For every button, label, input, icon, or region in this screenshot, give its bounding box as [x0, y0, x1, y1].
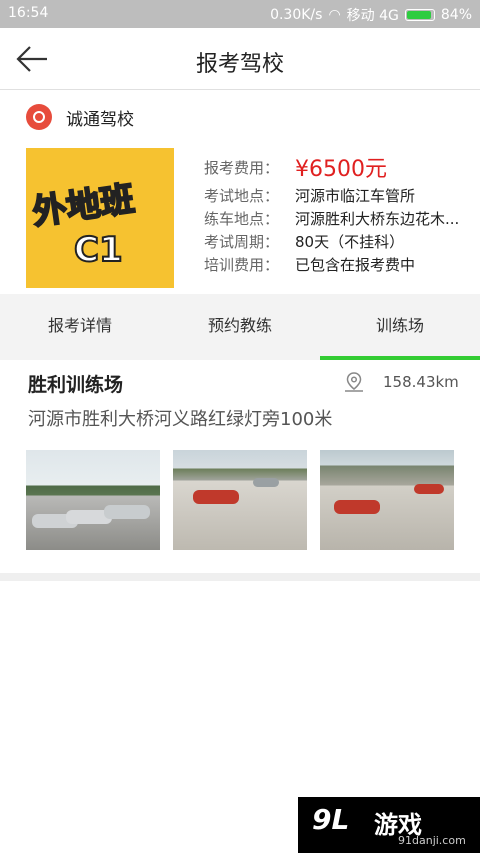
info-value: 80天（不挂科）: [295, 233, 405, 251]
info-value: 已包含在报考费中: [295, 256, 416, 274]
poster-line2: C1: [73, 229, 124, 271]
info-row-exam-period: 考试周期： 80天（不挂科）: [204, 230, 474, 253]
info-value: 河源胜利大桥东边花木...: [295, 210, 460, 228]
info-label: 练车地点：: [204, 210, 280, 228]
info-label: 报考费用：: [204, 158, 280, 177]
battery-icon: [404, 9, 435, 21]
info-row-training-fee: 培训费用： 已包含在报考费中: [204, 253, 474, 276]
carrier-label: 移动 4G: [346, 8, 399, 24]
training-field-name: 胜利训练场: [28, 374, 124, 396]
page-title: 报考驾校: [195, 52, 284, 77]
info-label: 培训费用：: [204, 256, 280, 274]
info-value: 河源市临江车管所: [295, 187, 416, 205]
status-right: 0.30K/s ◠ 移动 4G 84%: [270, 5, 472, 25]
network-speed: 0.30K/s: [270, 7, 323, 23]
section-divider: [0, 573, 480, 581]
tab-training-field[interactable]: 训练场: [320, 294, 480, 360]
school-name: 诚通驾校: [66, 109, 134, 130]
tab-bar: 报考详情 预约教练 训练场: [0, 294, 480, 360]
wifi-icon: ◠: [328, 7, 341, 23]
school-logo-icon: [26, 104, 52, 130]
school-header: 诚通驾校: [26, 100, 134, 134]
info-value-price: ¥6500元: [295, 157, 387, 182]
tab-book-coach[interactable]: 预约教练: [160, 294, 320, 360]
training-field-address: 河源市胜利大桥河义路红绿灯旁100米: [28, 409, 333, 430]
training-field-photo[interactable]: [26, 450, 160, 550]
info-row-practice-location: 练车地点： 河源胜利大桥东边花木...: [204, 207, 474, 230]
battery-percent: 84%: [440, 7, 472, 23]
school-info: 报考费用： ¥6500元 考试地点： 河源市临江车管所 练车地点： 河源胜利大桥…: [204, 150, 474, 276]
tab-registration-details[interactable]: 报考详情: [0, 294, 160, 360]
location-pin-icon: [345, 372, 363, 392]
info-row-exam-location: 考试地点： 河源市临江车管所: [204, 184, 474, 207]
poster-line1: 外地班: [29, 178, 138, 234]
watermark-logo: 9L 游戏 91danji.com: [298, 797, 480, 853]
training-field-photo[interactable]: [173, 450, 307, 550]
status-time: 16:54: [8, 5, 49, 21]
watermark-url: 91danji.com: [398, 834, 466, 847]
info-row-fee: 报考费用： ¥6500元: [204, 150, 474, 184]
top-bar: 报考驾校: [0, 28, 480, 90]
distance-label: 158.43km: [383, 373, 459, 391]
training-field-photo[interactable]: [320, 450, 454, 550]
status-bar: 16:54 0.30K/s ◠ 移动 4G 84%: [0, 0, 480, 28]
school-poster: 外地班 C1: [26, 148, 174, 288]
watermark-mark: 9L: [312, 803, 350, 836]
info-label: 考试周期：: [204, 233, 280, 251]
info-label: 考试地点：: [204, 187, 280, 205]
